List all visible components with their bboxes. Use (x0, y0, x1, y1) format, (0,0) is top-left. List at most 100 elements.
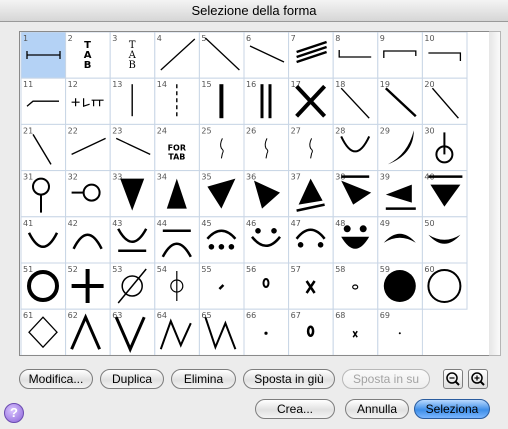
shape-cell-68[interactable]: 68 (332, 308, 379, 355)
shape-number: 56 (246, 265, 256, 274)
shape-cell-50[interactable]: 50 (421, 216, 468, 264)
shape-cell-20[interactable]: 20 (421, 77, 468, 125)
shape-cell-3[interactable]: 3 TAB (109, 32, 156, 79)
shape-cell-55[interactable]: 55 (198, 262, 245, 310)
shape-cell-16[interactable]: 16 (243, 77, 290, 125)
shape-cell-64[interactable]: 64 (154, 308, 200, 355)
shape-cell-6[interactable]: 6 (243, 32, 290, 79)
shape-cell-65[interactable]: 65 (198, 308, 245, 355)
shape-cell-69[interactable]: 69 (377, 308, 423, 355)
elimina-button[interactable]: Elimina (171, 369, 236, 389)
shape-cell-11[interactable]: 11 (20, 77, 67, 125)
shape-cell-18[interactable]: 18 (332, 77, 379, 125)
shape-cell-67[interactable]: 67 (288, 308, 334, 355)
vertical-scrollbar[interactable] (489, 31, 501, 356)
shape-cell-62[interactable]: 62 (65, 308, 111, 355)
shape-cell-38[interactable]: 38 (332, 170, 379, 218)
shape-cell-32[interactable]: 32 (65, 170, 111, 218)
crea-button[interactable]: Crea... (255, 399, 335, 419)
shape-cell-27[interactable]: 27 (288, 123, 334, 172)
shape-cell-35[interactable]: 35 (198, 170, 245, 218)
shape-cell-17[interactable]: 17 (288, 77, 334, 125)
shape-cell-59[interactable]: 59 (377, 262, 423, 310)
shape-cell-5[interactable]: 5 (198, 32, 245, 79)
shape-cell-31[interactable]: 31 (20, 170, 67, 218)
shape-number: 69 (380, 311, 390, 320)
seleziona-button[interactable]: Seleziona (414, 399, 490, 419)
shape-number: 15 (201, 80, 211, 89)
shape-cell-48[interactable]: 48 (332, 216, 379, 264)
shape-cell-7[interactable]: 7 (288, 32, 334, 79)
shape-cell-66[interactable]: 66 (243, 308, 290, 355)
shape-cell-14[interactable]: 14 (154, 77, 200, 125)
shape-cell-34[interactable]: 34 (154, 170, 200, 218)
shape-cell-26[interactable]: 26 (243, 123, 290, 172)
shape-number: 30 (424, 126, 434, 135)
shape-cell-4[interactable]: 4 (154, 32, 200, 79)
zoom-in-icon (471, 372, 485, 386)
shape-cell-60[interactable]: 60 (421, 262, 468, 310)
shape-cell-9[interactable]: 9 (377, 32, 423, 79)
shape-cell-41[interactable]: 41 (20, 216, 67, 264)
zoom-out-button[interactable] (443, 369, 463, 389)
shape-cell-46[interactable]: 46 (243, 216, 290, 264)
zoom-in-button[interactable] (468, 369, 488, 389)
shape-cell-44[interactable]: 44 (154, 216, 200, 264)
shape-number: 55 (201, 265, 211, 274)
shape-cell-39[interactable]: 39 (377, 170, 423, 218)
annulla-button[interactable]: Annulla (345, 399, 409, 419)
shape-cell-36[interactable]: 36 (243, 170, 290, 218)
shape-number: 23 (112, 126, 122, 135)
shape-grid[interactable]: 1 2 T A B 3 T A B 4 5 6 7 8 9 10 11 12 13 14 15 16 17 18 19 20 21 2… (19, 31, 490, 356)
shape-cell-8[interactable]: 8 (332, 32, 379, 79)
shape-number: 51 (23, 265, 33, 274)
shape-cell-42[interactable]: 42 (65, 216, 111, 264)
shape-glyph-3: TAB (128, 40, 137, 71)
shape-cell-47[interactable]: 47 (288, 216, 334, 264)
shape-cell-54[interactable]: 54 (154, 262, 200, 310)
duplica-button[interactable]: Duplica (100, 369, 164, 389)
shape-number: 39 (380, 173, 390, 182)
shape-cell-15[interactable]: 15 (198, 77, 245, 125)
shape-cell-63[interactable]: 63 (109, 308, 156, 355)
shape-cell-57[interactable]: 57 (288, 262, 334, 310)
shape-cell-33[interactable]: 33 (109, 170, 156, 218)
shape-cell-43[interactable]: 43 (109, 216, 156, 264)
shape-number: 46 (246, 219, 256, 228)
shape-number: 1 (23, 34, 28, 43)
shape-cell-1[interactable]: 1 (20, 32, 67, 79)
shape-cell-25[interactable]: 25 (198, 123, 245, 172)
shape-cell-10[interactable]: 10 (421, 32, 468, 79)
shape-glyph-66 (264, 331, 268, 335)
shape-cell-58[interactable]: 58 (332, 262, 379, 310)
tab-glyph-letter: B (129, 60, 136, 71)
shape-number: 43 (112, 219, 122, 228)
shape-cell-12[interactable]: 12 (65, 77, 111, 125)
shape-cell-2[interactable]: 2 TAB (65, 32, 111, 79)
shape-cell-28[interactable]: 28 (332, 123, 379, 172)
shape-cell-19[interactable]: 19 (377, 77, 423, 125)
shape-cell-40[interactable]: 40 (421, 170, 468, 218)
shape-cell-45[interactable]: 45 (198, 216, 245, 264)
shape-cell-51[interactable]: 51 (20, 262, 67, 310)
shape-number: 61 (23, 311, 33, 320)
shape-cell-23[interactable]: 23 (109, 123, 156, 172)
shape-cell-30[interactable]: 30 (421, 123, 468, 172)
shape-number: 34 (157, 173, 167, 182)
sposta-in-giu-button[interactable]: Sposta in giù (243, 369, 335, 389)
shape-cell-29[interactable]: 29 (377, 123, 423, 172)
shape-cell-49[interactable]: 49 (377, 216, 423, 264)
shape-cell-37[interactable]: 37 (288, 170, 334, 218)
shape-cell-21[interactable]: 21 (20, 123, 67, 172)
shape-cell-53[interactable]: 53 (109, 262, 156, 310)
shape-cell-13[interactable]: 13 (109, 77, 156, 125)
shape-cell-24[interactable]: 24FORTAB (154, 123, 200, 172)
shape-cell-56[interactable]: 56 (243, 262, 290, 310)
sposta-in-su-button[interactable]: Sposta in su (342, 369, 430, 389)
shape-cell-52[interactable]: 52 (65, 262, 111, 310)
shape-number: 35 (201, 173, 211, 182)
help-button[interactable]: ? (4, 403, 24, 423)
modifica-button[interactable]: Modifica... (19, 369, 93, 389)
shape-cell-22[interactable]: 22 (65, 123, 111, 172)
shape-cell-61[interactable]: 61 (20, 308, 67, 355)
